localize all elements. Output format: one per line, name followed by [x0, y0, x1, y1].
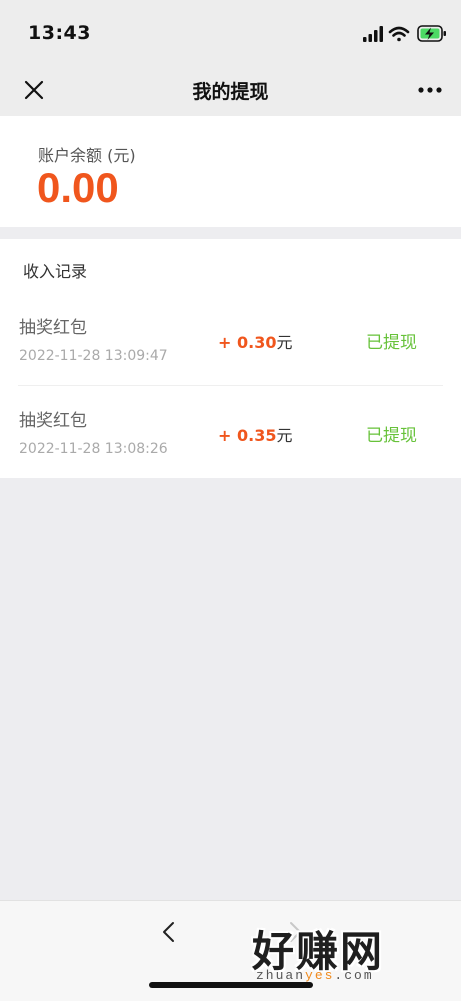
watermark-url: zhuanyes.com	[256, 968, 374, 983]
record-time: 2022-11-28 13:08:26	[19, 441, 168, 457]
record-title: 抽奖红包	[19, 318, 87, 338]
income-records: 收入记录 抽奖红包 2022-11-28 13:09:47 + 0.30元 已提…	[0, 239, 461, 478]
records-header: 收入记录	[23, 262, 88, 281]
amount-unit: 元	[276, 333, 293, 352]
balance-value: 0.00	[37, 164, 119, 211]
watermark-url-suffix: .com	[334, 968, 374, 983]
cellular-signal-icon	[363, 26, 383, 42]
nav-bar: 我的提现	[0, 64, 461, 116]
wifi-icon	[388, 26, 410, 42]
list-item[interactable]: 抽奖红包 2022-11-28 13:09:47 + 0.30元 已提现	[0, 293, 461, 386]
home-indicator[interactable]	[149, 982, 313, 988]
status-icons	[363, 25, 446, 42]
watermark-url-accent: yes	[305, 968, 335, 983]
balance-label: 账户余额 (元)	[38, 146, 136, 165]
record-title: 抽奖红包	[19, 411, 87, 431]
status-badge: 已提现	[366, 426, 417, 446]
status-bar: 13:43	[0, 0, 461, 64]
amount-value: + 0.35	[218, 426, 277, 445]
record-time: 2022-11-28 13:09:47	[19, 348, 168, 364]
battery-charging-icon	[417, 25, 446, 42]
amount-value: + 0.30	[218, 333, 277, 352]
record-amount: + 0.35元	[218, 422, 292, 446]
more-icon[interactable]	[415, 78, 445, 102]
chevron-left-icon[interactable]	[156, 919, 182, 945]
amount-unit: 元	[276, 426, 293, 445]
watermark: 好赚网 zhuanyes.com	[252, 918, 452, 988]
status-time: 13:43	[28, 22, 91, 44]
watermark-url-prefix: zhuan	[256, 968, 306, 983]
status-badge: 已提现	[366, 333, 417, 353]
balance-card: 账户余额 (元) 0.00	[0, 116, 461, 227]
list-item[interactable]: 抽奖红包 2022-11-28 13:08:26 + 0.35元 已提现	[0, 386, 461, 478]
record-amount: + 0.30元	[218, 329, 292, 353]
page-title: 我的提现	[192, 81, 269, 103]
